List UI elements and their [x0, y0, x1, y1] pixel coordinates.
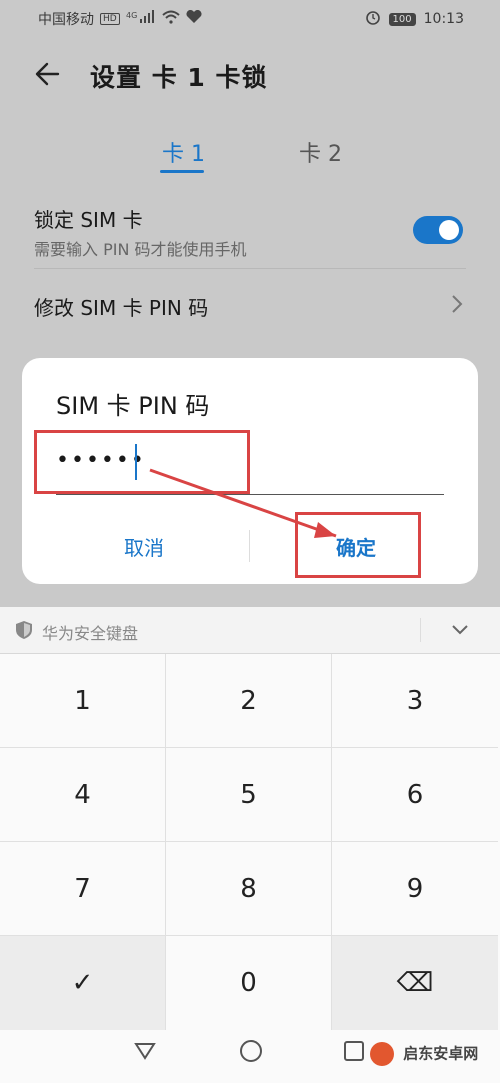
key-confirm-checkmark-icon[interactable]: ✓ — [0, 936, 166, 1030]
key-1[interactable]: 1 — [0, 654, 166, 748]
chevron-down-icon[interactable] — [450, 619, 470, 643]
key-8[interactable]: 8 — [166, 842, 332, 936]
key-2[interactable]: 2 — [166, 654, 332, 748]
watermark-logo-icon — [370, 1042, 394, 1066]
keyboard-title: 华为安全键盘 — [42, 624, 139, 643]
watermark: 启东安卓网 — [370, 1042, 478, 1066]
key-5[interactable]: 5 — [166, 748, 332, 842]
shield-icon — [14, 620, 34, 644]
key-9[interactable]: 9 — [332, 842, 498, 936]
annotation-arrow — [149, 468, 337, 538]
key-backspace-icon[interactable]: ⌫ — [332, 936, 498, 1030]
home-circle-icon[interactable] — [238, 1038, 264, 1068]
recents-square-icon[interactable] — [342, 1039, 366, 1067]
key-3[interactable]: 3 — [332, 654, 498, 748]
keyboard-header: 华为安全键盘 — [0, 607, 500, 654]
key-4[interactable]: 4 — [0, 748, 166, 842]
key-6[interactable]: 6 — [332, 748, 498, 842]
numeric-keypad: 1 2 3 4 5 6 7 8 9 ✓ 0 ⌫ — [0, 654, 500, 1030]
key-7[interactable]: 7 — [0, 842, 166, 936]
keyboard-header-separator — [420, 618, 421, 642]
watermark-text: 启东安卓网 — [403, 1044, 479, 1063]
key-0[interactable]: 0 — [166, 936, 332, 1030]
back-triangle-icon[interactable] — [132, 1038, 158, 1068]
